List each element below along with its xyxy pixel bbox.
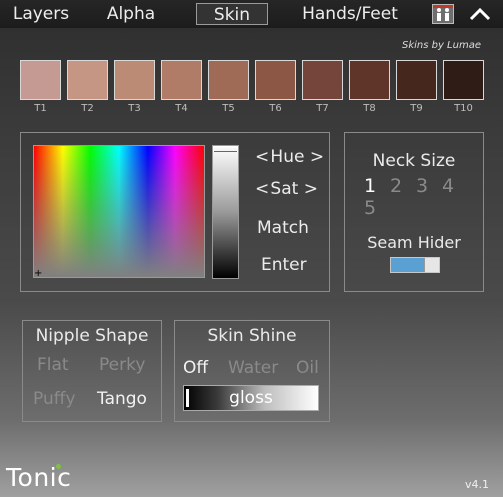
- hue-decrease-button[interactable]: <: [255, 147, 269, 167]
- nipple-option-flat[interactable]: Flat: [37, 355, 69, 375]
- sat-increase-button[interactable]: >: [304, 179, 318, 199]
- outfit-icon[interactable]: [432, 4, 454, 24]
- hue-control: < Hue >: [255, 147, 324, 167]
- tab-layers[interactable]: Layers: [10, 3, 72, 25]
- version-label: v4.1: [464, 478, 489, 491]
- skin-swatch-label: T10: [454, 103, 473, 114]
- hue-label: Hue: [270, 147, 305, 167]
- tab-bar: Layers Alpha Skin Hands/Feet: [0, 0, 503, 28]
- skin-swatch-t10[interactable]: [443, 60, 484, 100]
- neck-seam-panel: Neck Size 1 2 3 4 5 Seam Hider: [344, 132, 484, 292]
- sat-decrease-button[interactable]: <: [255, 179, 269, 199]
- skin-swatch-label: T6: [269, 103, 282, 114]
- color-picker-panel: + < Hue > < Sat > Match Enter: [20, 132, 330, 292]
- skins-credit: Skins by Lumae: [401, 40, 481, 51]
- nipple-shape-panel: Nipple Shape Flat Perky Puffy Tango: [22, 320, 162, 422]
- nipple-option-tango[interactable]: Tango: [97, 389, 147, 409]
- nipple-shape-title: Nipple Shape: [35, 326, 149, 346]
- skin-swatch-label: T4: [175, 103, 188, 114]
- skin-swatch-t7[interactable]: [302, 60, 343, 100]
- match-button[interactable]: Match: [257, 218, 309, 238]
- crosshair-icon: +: [34, 268, 43, 279]
- neck-size-1[interactable]: 1: [357, 175, 383, 197]
- luminance-slider-handle[interactable]: [214, 148, 237, 152]
- neck-size-selector: 1 2 3 4 5: [357, 175, 477, 219]
- skin-swatch-t8[interactable]: [349, 60, 390, 100]
- sat-control: < Sat >: [255, 179, 318, 199]
- logo-dot: [56, 464, 61, 469]
- skin-swatch-label: T1: [34, 103, 47, 114]
- skin-swatch-label: T5: [222, 103, 235, 114]
- neck-size-4[interactable]: 4: [435, 175, 461, 197]
- skin-swatch-t5[interactable]: [208, 60, 249, 100]
- gloss-slider[interactable]: gloss: [183, 385, 319, 411]
- gloss-label: gloss: [229, 388, 273, 408]
- sat-label: Sat: [270, 179, 299, 199]
- skin-swatch-t2[interactable]: [67, 60, 108, 100]
- tonic-skin-hud: Layers Alpha Skin Hands/Feet Skins by Lu…: [0, 0, 503, 497]
- skin-swatch-t1[interactable]: [20, 60, 61, 100]
- skin-swatch-label: T3: [128, 103, 141, 114]
- skin-shine-title: Skin Shine: [207, 326, 297, 346]
- skin-swatch-t3[interactable]: [114, 60, 155, 100]
- seam-hider-toggle[interactable]: [390, 257, 440, 273]
- skin-swatch-label: T7: [316, 103, 329, 114]
- neck-size-title: Neck Size: [372, 151, 456, 171]
- nipple-option-puffy[interactable]: Puffy: [33, 389, 76, 409]
- tab-alpha[interactable]: Alpha: [100, 3, 162, 25]
- hue-increase-button[interactable]: >: [310, 147, 324, 167]
- chevron-up-icon[interactable]: [466, 2, 494, 26]
- neck-size-5[interactable]: 5: [357, 197, 383, 219]
- skin-swatch-label: T8: [363, 103, 376, 114]
- nipple-option-perky[interactable]: Perky: [99, 355, 145, 375]
- shine-option-off[interactable]: Off: [183, 358, 208, 378]
- luminance-slider[interactable]: [212, 145, 239, 279]
- skin-swatch-label: T2: [81, 103, 94, 114]
- toggle-knob: [424, 258, 439, 272]
- neck-size-3[interactable]: 3: [409, 175, 435, 197]
- skin-shine-panel: Skin Shine Off Water Oil gloss: [174, 320, 330, 422]
- skin-swatch-t4[interactable]: [161, 60, 202, 100]
- tab-skin[interactable]: Skin: [196, 3, 268, 25]
- shine-option-oil[interactable]: Oil: [296, 358, 319, 378]
- shine-option-water[interactable]: Water: [228, 358, 278, 378]
- enter-button[interactable]: Enter: [261, 255, 307, 275]
- tab-hands-feet[interactable]: Hands/Feet: [300, 3, 400, 25]
- tonic-logo: Tonic: [6, 463, 72, 492]
- seam-hider-title: Seam Hider: [367, 233, 461, 252]
- hue-saturation-field[interactable]: +: [33, 145, 205, 279]
- skin-swatch-t9[interactable]: [396, 60, 437, 100]
- neck-size-2[interactable]: 2: [383, 175, 409, 197]
- skin-swatch-t6[interactable]: [255, 60, 296, 100]
- skin-swatch-label: T9: [410, 103, 423, 114]
